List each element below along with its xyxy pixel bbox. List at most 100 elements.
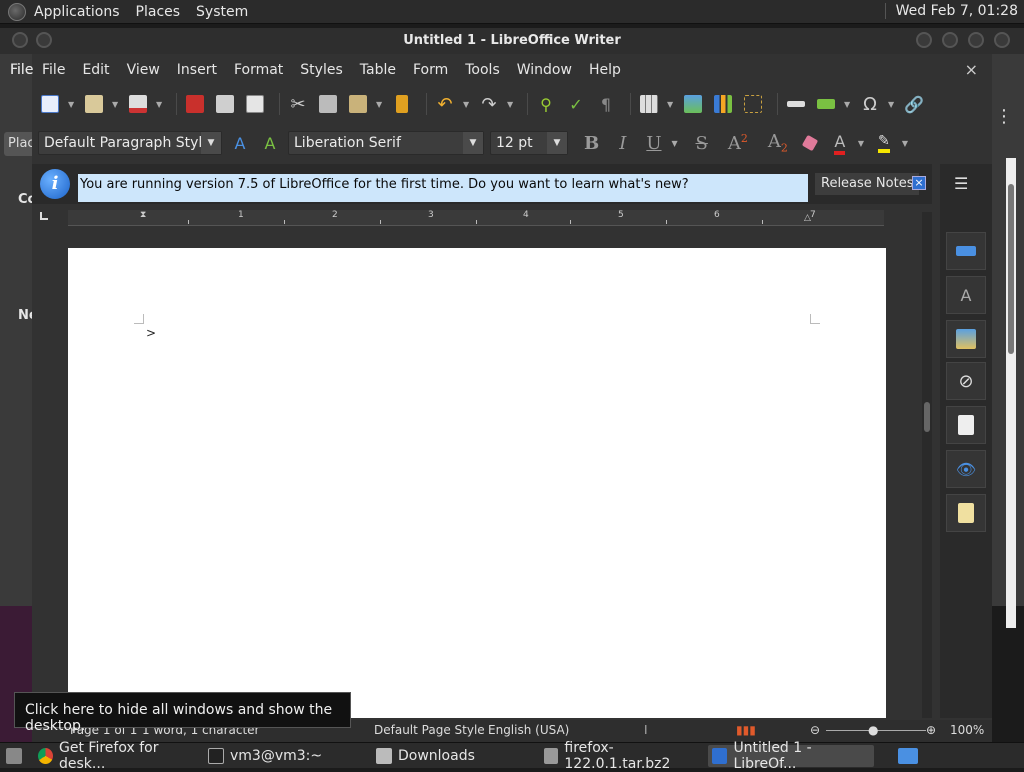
navigator-icon[interactable]: ⊘ (946, 362, 986, 400)
underline-dropdown-icon[interactable]: ▼ (672, 139, 680, 148)
horizontal-ruler[interactable]: ⧗ 1 2 3 4 5 6 7 △ (68, 210, 884, 226)
insert-page-break-icon[interactable] (784, 93, 808, 115)
style-inspector-icon[interactable]: 👁 (946, 450, 986, 488)
close-document-icon[interactable]: × (965, 60, 978, 79)
new-style-icon[interactable]: A (258, 132, 282, 154)
places-menu[interactable]: Places (136, 4, 181, 20)
styles-icon[interactable]: A (946, 276, 986, 314)
view-layout-icons[interactable]: ▮▮▮ (736, 723, 756, 737)
task-firefox-download[interactable]: Get Firefox for desk... (34, 740, 200, 772)
undo-icon[interactable]: ↶ (433, 93, 457, 115)
bg-scrollbar-thumb[interactable] (1008, 184, 1014, 354)
menu-table[interactable]: Table (360, 62, 396, 78)
menu-window[interactable]: Window (517, 62, 572, 78)
menu-tools[interactable]: Tools (465, 62, 500, 78)
menu-help[interactable]: Help (589, 62, 621, 78)
insert-textbox-icon[interactable] (741, 93, 765, 115)
strikethrough-button[interactable]: S (696, 133, 708, 154)
tab-stop-selector[interactable] (40, 212, 48, 220)
page-icon[interactable] (946, 406, 986, 444)
font-size-combo[interactable]: 12 pt ▼ (490, 131, 568, 155)
task-terminal[interactable]: vm3@vm3:~ (204, 745, 368, 767)
undo-dropdown-icon[interactable]: ▼ (463, 100, 471, 109)
print-icon[interactable] (213, 93, 237, 115)
system-menu[interactable]: System (196, 4, 248, 20)
applications-menu[interactable]: Applications (34, 4, 120, 20)
underline-button[interactable]: U (646, 133, 661, 154)
paste-icon[interactable] (346, 93, 370, 115)
maximize-button[interactable] (942, 32, 958, 48)
export-pdf-icon[interactable] (183, 93, 207, 115)
right-indent-marker[interactable]: △ (804, 213, 811, 223)
superscript-button[interactable]: A2 (728, 132, 748, 154)
insert-hyperlink-icon[interactable]: 🔗 (902, 93, 926, 115)
menu-styles[interactable]: Styles (300, 62, 342, 78)
subscript-button[interactable]: A2 (768, 131, 788, 155)
bold-button[interactable]: B (584, 133, 599, 154)
update-style-icon[interactable]: A (228, 132, 252, 154)
gallery-icon[interactable] (946, 320, 986, 358)
document-vertical-scrollbar[interactable] (922, 212, 932, 718)
window-titlebar[interactable]: Untitled 1 - LibreOffice Writer (0, 28, 1024, 54)
show-desktop-button[interactable] (2, 745, 30, 767)
zoom-level[interactable]: 100% (950, 723, 984, 737)
save-dropdown-icon[interactable]: ▼ (156, 100, 164, 109)
menu-edit[interactable]: Edit (82, 62, 109, 78)
spelling-icon[interactable]: ✓ (564, 93, 588, 115)
copy-icon[interactable] (316, 93, 340, 115)
menu-form[interactable]: Form (413, 62, 448, 78)
font-color-icon[interactable]: A (828, 132, 852, 155)
menu-file[interactable]: File (42, 62, 65, 78)
properties-icon[interactable] (946, 232, 986, 270)
task-downloads[interactable]: Downloads (372, 745, 536, 767)
scrollbar-thumb[interactable] (924, 402, 930, 432)
minimize-button[interactable] (916, 32, 932, 48)
zoom-slider-handle[interactable]: ● (868, 723, 878, 737)
italic-button[interactable]: I (619, 133, 626, 154)
new-dropdown-icon[interactable]: ▼ (68, 100, 76, 109)
bg-file-menu-label[interactable]: File (10, 62, 33, 78)
chevron-down-icon[interactable]: ▼ (547, 132, 567, 154)
clone-formatting-icon[interactable] (390, 93, 414, 115)
left-indent-marker[interactable]: ⧗ (140, 210, 146, 220)
kebab-menu-icon[interactable]: ⋮ (995, 106, 1013, 127)
highlight-dropdown-icon[interactable]: ▼ (902, 139, 910, 148)
menu-insert[interactable]: Insert (177, 62, 217, 78)
highlight-color-icon[interactable]: ✎ (872, 132, 896, 154)
insert-field-icon[interactable] (814, 93, 838, 115)
field-dropdown-icon[interactable]: ▼ (844, 100, 852, 109)
table-dropdown-icon[interactable]: ▼ (667, 100, 675, 109)
formatting-marks-icon[interactable]: ¶ (594, 93, 618, 115)
workspace-switcher[interactable] (894, 745, 924, 767)
menu-view[interactable]: View (127, 62, 160, 78)
chevron-down-icon[interactable]: ▼ (201, 132, 221, 154)
clear-formatting-icon[interactable] (798, 132, 822, 154)
save-icon[interactable] (126, 93, 150, 115)
special-character-icon[interactable]: Ω (858, 93, 882, 115)
special-char-dropdown-icon[interactable]: ▼ (888, 100, 896, 109)
open-dropdown-icon[interactable]: ▼ (112, 100, 120, 109)
redo-dropdown-icon[interactable]: ▼ (507, 100, 515, 109)
font-color-dropdown-icon[interactable]: ▼ (858, 139, 866, 148)
page-style[interactable]: Default Page Style (374, 723, 485, 737)
paste-dropdown-icon[interactable]: ▼ (376, 100, 384, 109)
find-replace-icon[interactable]: ⚲ (534, 93, 558, 115)
titlebar-extra-button[interactable] (994, 32, 1010, 48)
zoom-in-icon[interactable]: ⊕ (926, 723, 936, 737)
insert-table-icon[interactable] (637, 93, 661, 115)
new-document-icon[interactable] (38, 93, 62, 115)
panel-clock[interactable]: Wed Feb 7, 01:28 (884, 3, 1018, 19)
cut-icon[interactable]: ✂ (286, 93, 310, 115)
open-folder-icon[interactable] (82, 93, 106, 115)
paragraph-style-combo[interactable]: Default Paragraph Style ▼ (38, 131, 222, 155)
print-preview-icon[interactable] (243, 93, 267, 115)
release-notes-button[interactable]: Release Notes (814, 172, 921, 196)
task-archive[interactable]: firefox-122.0.1.tar.bz2 (540, 740, 704, 772)
task-libreoffice-writer[interactable]: Untitled 1 - LibreOf... (708, 740, 874, 772)
chevron-down-icon[interactable]: ▼ (463, 132, 483, 154)
language[interactable]: English (USA) (488, 723, 569, 737)
zoom-out-icon[interactable]: ⊖ (810, 723, 820, 737)
gnome-foot-icon[interactable] (8, 2, 26, 21)
close-window-button[interactable] (968, 32, 984, 48)
insert-image-icon[interactable] (681, 93, 705, 115)
